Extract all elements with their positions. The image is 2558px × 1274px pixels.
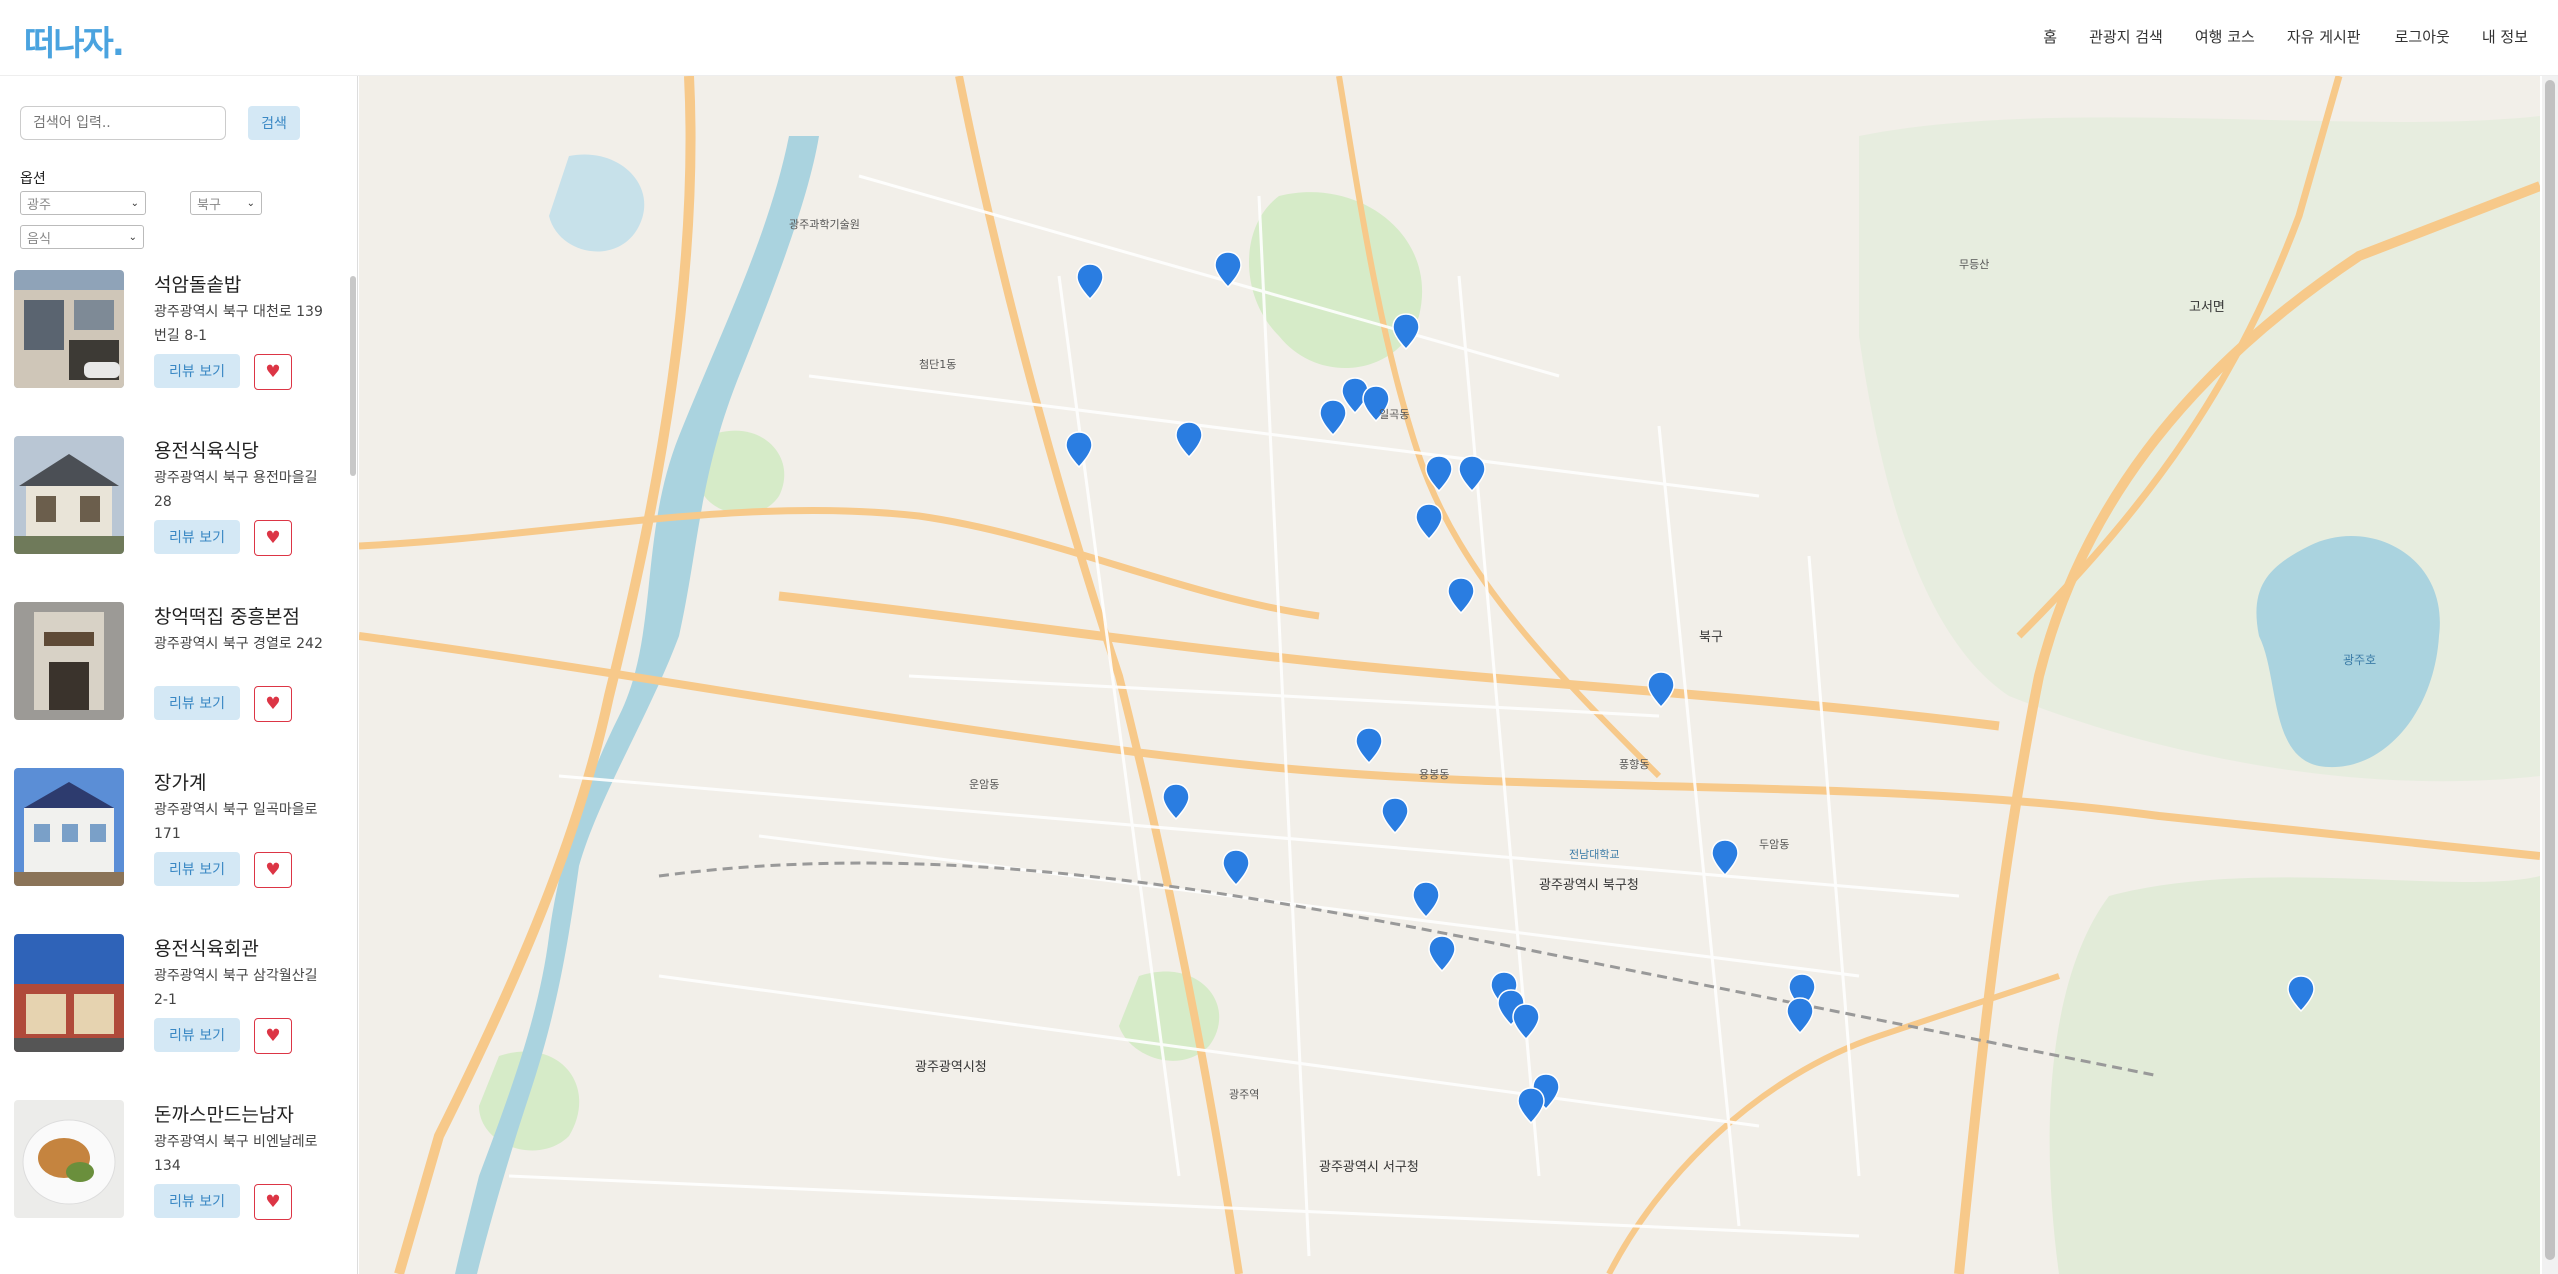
map-label: 용봉동 xyxy=(1419,768,1450,781)
search-input[interactable] xyxy=(20,106,226,140)
search-row: 검색 xyxy=(20,106,300,140)
list-item: 장가계 광주광역시 북구 일곡마을로 171 리뷰 보기 ♥ xyxy=(0,768,350,934)
favorite-button[interactable]: ♥ xyxy=(254,520,292,556)
review-button[interactable]: 리뷰 보기 xyxy=(154,1184,240,1218)
restaurant-name: 창억떡집 중흥본점 xyxy=(154,606,300,628)
chevron-down-icon: ⌄ xyxy=(128,231,137,243)
main-nav: 홈 관광지 검색 여행 코스 자유 게시판 로그아웃 내 정보 xyxy=(2011,26,2528,47)
sidebar: 검색 옵션 광주 ⌄ 북구 ⌄ 음식 ⌄ 석암돌솥밥 광주 xyxy=(0,76,358,1274)
restaurant-list: 석암돌솥밥 광주광역시 북구 대천로 139번길 8-1 리뷰 보기 ♥ 용전식… xyxy=(0,270,350,1266)
map-canvas xyxy=(359,76,2540,1274)
map-label: 광주호 xyxy=(2343,653,2377,667)
map-label: 두암동 xyxy=(1759,838,1790,851)
map-label: 광주역 xyxy=(1229,1088,1260,1101)
map-label: 고서면 xyxy=(2189,300,2225,315)
restaurant-name: 돈까스만드는남자 xyxy=(154,1104,294,1126)
list-item: 용전식육식당 광주광역시 북구 용전마을길 28 리뷰 보기 ♥ xyxy=(0,436,350,602)
restaurant-photo[interactable] xyxy=(14,1100,124,1218)
restaurant-name: 용전식육식당 xyxy=(154,440,259,462)
nav-attraction-search[interactable]: 관광지 검색 xyxy=(2089,26,2163,47)
map-label: 광주광역시청 xyxy=(915,1060,987,1075)
restaurant-photo[interactable] xyxy=(14,602,124,720)
map-label: 광주광역시 서구청 xyxy=(1319,1160,1419,1175)
nav-travel-course[interactable]: 여행 코스 xyxy=(2195,26,2255,47)
review-button[interactable]: 리뷰 보기 xyxy=(154,354,240,388)
map-label: 풍향동 xyxy=(1619,758,1650,771)
chevron-down-icon: ⌄ xyxy=(246,197,255,209)
search-button[interactable]: 검색 xyxy=(248,106,300,140)
list-item: 용전식육회관 광주광역시 북구 삼각월산길 2-1 리뷰 보기 ♥ xyxy=(0,934,350,1100)
page-scrollbar-thumb[interactable] xyxy=(2545,80,2555,1260)
heart-icon: ♥ xyxy=(265,860,281,880)
nav-my-info[interactable]: 내 정보 xyxy=(2482,26,2528,47)
map-label: 북구 xyxy=(1699,630,1723,645)
list-item: 석암돌솥밥 광주광역시 북구 대천로 139번길 8-1 리뷰 보기 ♥ xyxy=(0,270,350,436)
options-label: 옵션 xyxy=(20,171,46,187)
site-logo[interactable]: 떠나자. xyxy=(24,16,125,65)
restaurant-address: 광주광역시 북구 대천로 139번길 8-1 xyxy=(154,304,323,344)
restaurant-address: 광주광역시 북구 삼각월산길 2-1 xyxy=(154,968,318,1008)
nav-home[interactable]: 홈 xyxy=(2043,26,2057,47)
restaurant-photo[interactable] xyxy=(14,436,124,554)
category-select[interactable]: 음식 ⌄ xyxy=(20,225,144,249)
review-button[interactable]: 리뷰 보기 xyxy=(154,852,240,886)
restaurant-photo[interactable] xyxy=(14,934,124,1052)
restaurant-address: 광주광역시 북구 비엔날레로 134 xyxy=(154,1134,318,1174)
heart-icon: ♥ xyxy=(265,1026,281,1046)
heart-icon: ♥ xyxy=(265,362,281,382)
category-select-value: 음식 xyxy=(27,231,51,247)
heart-icon: ♥ xyxy=(265,528,281,548)
district-select-value: 북구 xyxy=(197,197,221,213)
review-button[interactable]: 리뷰 보기 xyxy=(154,686,240,720)
restaurant-address: 광주광역시 북구 경열로 242 xyxy=(154,636,323,652)
heart-icon: ♥ xyxy=(265,1192,281,1212)
favorite-button[interactable]: ♥ xyxy=(254,354,292,390)
nav-logout[interactable]: 로그아웃 xyxy=(2395,26,2450,47)
map-label: 무등산 xyxy=(1959,258,1990,271)
city-select-value: 광주 xyxy=(27,197,51,213)
sidebar-scrollbar[interactable] xyxy=(350,276,356,476)
review-button[interactable]: 리뷰 보기 xyxy=(154,520,240,554)
chevron-down-icon: ⌄ xyxy=(130,197,139,209)
map-label: 운암동 xyxy=(969,778,1000,791)
heart-icon: ♥ xyxy=(265,694,281,714)
list-item: 창억떡집 중흥본점 광주광역시 북구 경열로 242 리뷰 보기 ♥ xyxy=(0,602,350,768)
restaurant-photo[interactable] xyxy=(14,270,124,388)
restaurant-name: 용전식육회관 xyxy=(154,938,259,960)
restaurant-address: 광주광역시 북구 용전마을길 28 xyxy=(154,470,318,510)
restaurant-name: 석암돌솥밥 xyxy=(154,274,242,296)
nav-free-board[interactable]: 자유 게시판 xyxy=(2287,26,2361,47)
page-scrollbar[interactable] xyxy=(2542,76,2558,1274)
favorite-button[interactable]: ♥ xyxy=(254,1018,292,1054)
restaurant-name: 장가계 xyxy=(154,772,207,794)
restaurant-address: 광주광역시 북구 일곡마을로 171 xyxy=(154,802,318,842)
favorite-button[interactable]: ♥ xyxy=(254,1184,292,1220)
map-label: 첨단1동 xyxy=(919,358,957,371)
list-item: 돈까스만드는남자 광주광역시 북구 비엔날레로 134 리뷰 보기 ♥ xyxy=(0,1100,350,1266)
favorite-button[interactable]: ♥ xyxy=(254,852,292,888)
restaurant-photo[interactable] xyxy=(14,768,124,886)
map-label: 광주광역시 북구청 xyxy=(1539,878,1639,893)
review-button[interactable]: 리뷰 보기 xyxy=(154,1018,240,1052)
map-label: 일곡동 xyxy=(1379,408,1410,421)
map-label: 전남대학교 xyxy=(1569,848,1620,861)
favorite-button[interactable]: ♥ xyxy=(254,686,292,722)
map-label: 광주과학기술원 xyxy=(789,218,860,231)
city-select[interactable]: 광주 ⌄ xyxy=(20,191,146,215)
map-view[interactable]: 광주광역시 북구청 광주광역시청 광주광역시 서구청 북구 고서면 광주호 광주… xyxy=(359,76,2540,1274)
top-navbar: 떠나자. 홈 관광지 검색 여행 코스 자유 게시판 로그아웃 내 정보 xyxy=(0,0,2558,76)
district-select[interactable]: 북구 ⌄ xyxy=(190,191,262,215)
